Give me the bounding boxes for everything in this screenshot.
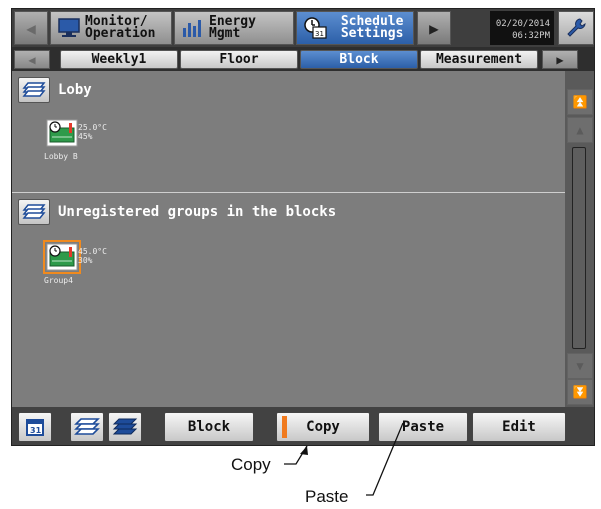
ac-unit-icon [43,240,81,274]
energy-mgmt-button[interactable]: Energy Mgmt [174,11,294,45]
wrench-button[interactable] [558,11,594,45]
schedule-settings-label: Schedule Settings [340,14,404,41]
group-filled-button[interactable] [108,412,142,442]
scroll-track[interactable] [572,147,586,349]
date-text: 02/20/2014 [495,19,550,29]
tab-measurement[interactable]: Measurement [420,50,538,69]
unit-name: Group4 [44,276,73,285]
energy-mgmt-label: Energy Mgmt [209,14,256,41]
calendar-clock-icon: 31 [304,17,327,39]
copy-button-label: Copy [306,419,340,435]
calendar-button[interactable]: 31 [18,412,52,442]
nav-right-arrow-icon[interactable]: ▶ [417,11,451,45]
block-name: Loby [58,82,92,98]
tab-floor[interactable]: Floor [180,50,298,69]
top-navigation-bar: ◀ Monitor/ Operation Energy Mgmt 31 Sche… [12,9,594,47]
edit-button[interactable]: Edit [472,412,566,442]
copy-callout-label: Copy [231,455,271,474]
block-header: Unregistered groups in the blocks [18,199,336,225]
monitor-icon [58,18,80,37]
bar-chart-icon [183,20,201,37]
scroll-top-icon[interactable]: ⏫ [567,89,593,115]
paste-button[interactable]: Paste [378,412,468,442]
unit-temperature: 25.0°C [78,123,107,132]
unit-temperature: 45.0°C [78,247,107,256]
tab-bar: ◀ Weekly1 Floor Block Measurement ▶ [12,47,594,71]
group-view-button[interactable] [18,199,50,225]
paste-callout-label: Paste [305,487,349,506]
group-outline-icon [74,418,100,435]
tab-weekly1[interactable]: Weekly1 [60,50,178,69]
schedule-settings-button[interactable]: 31 Schedule Settings [296,11,414,45]
wrench-icon [567,18,586,37]
bottom-toolbar: 31 Block Copy Paste Edit [12,407,594,445]
copy-button[interactable]: Copy [276,412,370,442]
unit-humidity: 30% [78,256,93,265]
group-stack-icon [22,82,46,97]
copy-indicator [282,416,287,438]
tab-left-arrow-icon[interactable]: ◀ [14,50,50,69]
unit-humidity: 45% [78,132,93,141]
scroll-bottom-icon[interactable]: ⏬ [567,379,593,405]
controller-screen: ◀ Monitor/ Operation Energy Mgmt 31 Sche… [11,8,595,446]
block-button[interactable]: Block [164,412,254,442]
tab-block[interactable]: Block [300,50,418,69]
date-time-display: 02/20/2014 06:32PM [490,11,554,45]
scroll-down-icon[interactable]: ▼ [567,353,593,379]
block-name: Unregistered groups in the blocks [58,204,337,220]
group-stack-icon [22,204,46,219]
calendar-icon: 31 [26,419,44,436]
monitor-operation-label: Monitor/ Operation [85,14,156,41]
vertical-scrollbar[interactable]: ⏫ ▲ ▼ ⏬ [565,71,594,407]
svg-text:31: 31 [315,30,324,38]
scroll-up-icon[interactable]: ▲ [567,117,593,143]
nav-left-arrow-icon[interactable]: ◀ [14,11,48,45]
block-unregistered: Unregistered groups in the blocks 45.0°C… [12,193,565,407]
group-view-button[interactable] [18,77,50,103]
ac-unit-icon [46,119,78,147]
time-text: 06:32PM [512,31,550,41]
group-outline-button[interactable] [70,412,104,442]
block-header: Loby [18,77,92,103]
tab-right-arrow-icon[interactable]: ▶ [542,50,578,69]
monitor-operation-button[interactable]: Monitor/ Operation [50,11,172,45]
unit-name: Lobby B [44,152,78,161]
block-list: Loby 25.0°C 45% Lobby B Unregistered gro… [12,71,565,407]
svg-text:31: 31 [30,426,42,435]
block-loby: Loby 25.0°C 45% Lobby B [12,71,565,192]
group-filled-icon [112,418,138,435]
